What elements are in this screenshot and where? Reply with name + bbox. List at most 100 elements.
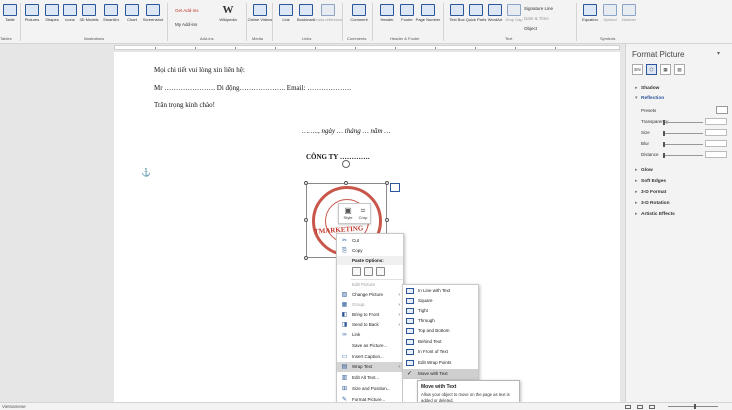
signature-line-button[interactable]: Signature Line (524, 6, 553, 11)
get-addins-button[interactable]: Get Add-ins (175, 8, 199, 13)
menu-copy[interactable]: ⎘ Copy (337, 246, 403, 256)
size-input[interactable] (705, 129, 727, 136)
transparency-slider[interactable] (665, 122, 703, 123)
resize-handle[interactable] (304, 218, 308, 222)
wrap-top-bottom[interactable]: Top and Bottom (403, 326, 478, 336)
wrap-tight[interactable]: Tight (403, 306, 478, 316)
menu-size-position[interactable]: ⊞ Size and Position... (337, 384, 403, 394)
section-reflection[interactable]: ▾ Reflection (635, 96, 664, 101)
group-addins: Add-ins (200, 36, 214, 41)
comment-button[interactable]: Comment (349, 4, 369, 22)
submenu-arrow-icon: › (398, 302, 400, 308)
size-slider[interactable] (665, 133, 703, 134)
web-layout-icon[interactable] (649, 405, 655, 409)
object-button[interactable]: Object (524, 26, 537, 31)
text-box-button[interactable]: Text Box (447, 4, 467, 22)
online-videos-button[interactable]: Online Videos (248, 4, 272, 22)
icons-button[interactable]: Icons (60, 4, 80, 22)
smartart-button[interactable]: SmartArt (101, 4, 121, 22)
drop-cap-button[interactable]: Drop Cap (504, 4, 524, 22)
crop-button[interactable]: ⌗ Crop (356, 206, 370, 220)
wordart-button[interactable]: WordArt (485, 4, 505, 22)
footer-button[interactable]: Footer (397, 4, 417, 22)
status-language[interactable]: Vietnamese (2, 404, 26, 409)
submenu-arrow-icon: › (398, 292, 400, 298)
layout-options-icon[interactable] (390, 183, 400, 192)
number-button[interactable]: Number (619, 4, 639, 22)
symbol-button[interactable]: Symbol (600, 4, 620, 22)
menu-edit-alt-text[interactable]: ▥ Edit Alt Text... (337, 373, 403, 383)
zoom-slider[interactable] (668, 406, 718, 407)
zoom-slider-thumb[interactable] (694, 404, 696, 409)
section-artistic-effects[interactable]: ▸ Artistic Effects (635, 212, 675, 217)
wrap-square[interactable]: Square (403, 296, 478, 306)
tab-fill-line[interactable]: EN (632, 64, 643, 75)
menu-link[interactable]: ∞ Link (337, 330, 403, 340)
blur-slider[interactable] (665, 144, 703, 145)
print-layout-icon[interactable] (637, 405, 643, 409)
horizontal-ruler[interactable] (114, 45, 620, 50)
header-button[interactable]: Header (377, 4, 397, 22)
my-addins-button[interactable]: My Add-ins (175, 22, 197, 27)
resize-handle[interactable] (344, 181, 348, 185)
prop-blur: Blur (641, 140, 731, 149)
section-shadow[interactable]: ▸ Shadow (635, 86, 659, 91)
style-button[interactable]: ▣ Style (341, 206, 355, 220)
size-slider-thumb[interactable] (663, 131, 665, 136)
tab-picture[interactable]: ▨ (674, 64, 685, 75)
wrap-edit-points[interactable]: Edit Wrap Points (403, 358, 478, 368)
paste-keep-source-icon[interactable] (352, 267, 361, 276)
wrap-square-icon (406, 298, 414, 304)
menu-change-picture[interactable]: ▧ Change Picture › (337, 290, 403, 300)
section-soft-edges[interactable]: ▸ Soft Edges (635, 179, 666, 184)
distance-input[interactable] (705, 151, 727, 158)
distance-slider-thumb[interactable] (663, 153, 665, 158)
pane-options-icon[interactable]: ▾ (717, 50, 720, 57)
resize-handle[interactable] (385, 218, 389, 222)
page-number-button[interactable]: Page Number (416, 4, 440, 22)
blur-input[interactable] (705, 140, 727, 147)
date-time-button[interactable]: Date & Time (524, 16, 549, 21)
tab-effects[interactable]: ⬠ (646, 64, 657, 75)
chart-button[interactable]: Chart (122, 4, 142, 22)
pictures-button[interactable]: Pictures (22, 4, 42, 22)
distance-slider[interactable] (665, 155, 703, 156)
menu-save-as-picture[interactable]: Save as Picture... (337, 341, 403, 351)
resize-handle[interactable] (385, 181, 389, 185)
wrap-in-front[interactable]: In Front of Text (403, 347, 478, 357)
resize-handle[interactable] (304, 256, 308, 260)
paste-text-only-icon[interactable] (376, 267, 385, 276)
anchor-icon[interactable]: ⚓ (141, 168, 151, 177)
wikipedia-button[interactable]: W Wikipedia (218, 4, 238, 22)
paste-picture-icon[interactable] (364, 267, 373, 276)
menu-insert-caption[interactable]: ▭ Insert Caption... (337, 352, 403, 362)
section-glow[interactable]: ▸ Glow (635, 168, 653, 173)
menu-send-to-back[interactable]: ◨ Send to Back › (337, 320, 403, 330)
tab-layout-properties[interactable]: ▦ (660, 64, 671, 75)
section-3d-format[interactable]: ▸ 3-D Format (635, 190, 666, 195)
transparency-input[interactable] (705, 118, 727, 125)
resize-handle[interactable] (304, 181, 308, 185)
screenshot-button[interactable]: Screenshot (143, 4, 163, 22)
table-button[interactable]: Table (0, 4, 20, 22)
quick-parts-button[interactable]: Quick Parts (466, 4, 486, 22)
wrap-behind-text[interactable]: Behind Text (403, 337, 478, 347)
transparency-slider-thumb[interactable] (663, 120, 665, 125)
menu-wrap-text[interactable]: ▤ Wrap Text › (337, 362, 403, 372)
rotate-handle-icon[interactable] (342, 160, 350, 168)
3d-models-button[interactable]: 3D Models (79, 4, 99, 22)
link-button[interactable]: Link (276, 4, 296, 22)
wrap-through[interactable]: Through (403, 316, 478, 326)
menu-bring-to-front[interactable]: ◧ Bring to Front › (337, 310, 403, 320)
wrap-inline[interactable]: In Line with Text (403, 286, 478, 296)
shapes-button[interactable]: Shapes (42, 4, 62, 22)
menu-cut[interactable]: ✂ Cut (337, 236, 403, 246)
read-mode-icon[interactable] (625, 405, 631, 409)
equation-button[interactable]: Equation (580, 4, 600, 22)
cross-reference-button[interactable]: Cross-reference (314, 4, 342, 22)
comment-icon (352, 4, 366, 16)
section-3d-rotation[interactable]: ▸ 3-D Rotation (635, 201, 670, 206)
presets-dropdown[interactable] (716, 106, 728, 114)
wrap-inline-icon (406, 288, 414, 294)
blur-slider-thumb[interactable] (663, 142, 665, 147)
